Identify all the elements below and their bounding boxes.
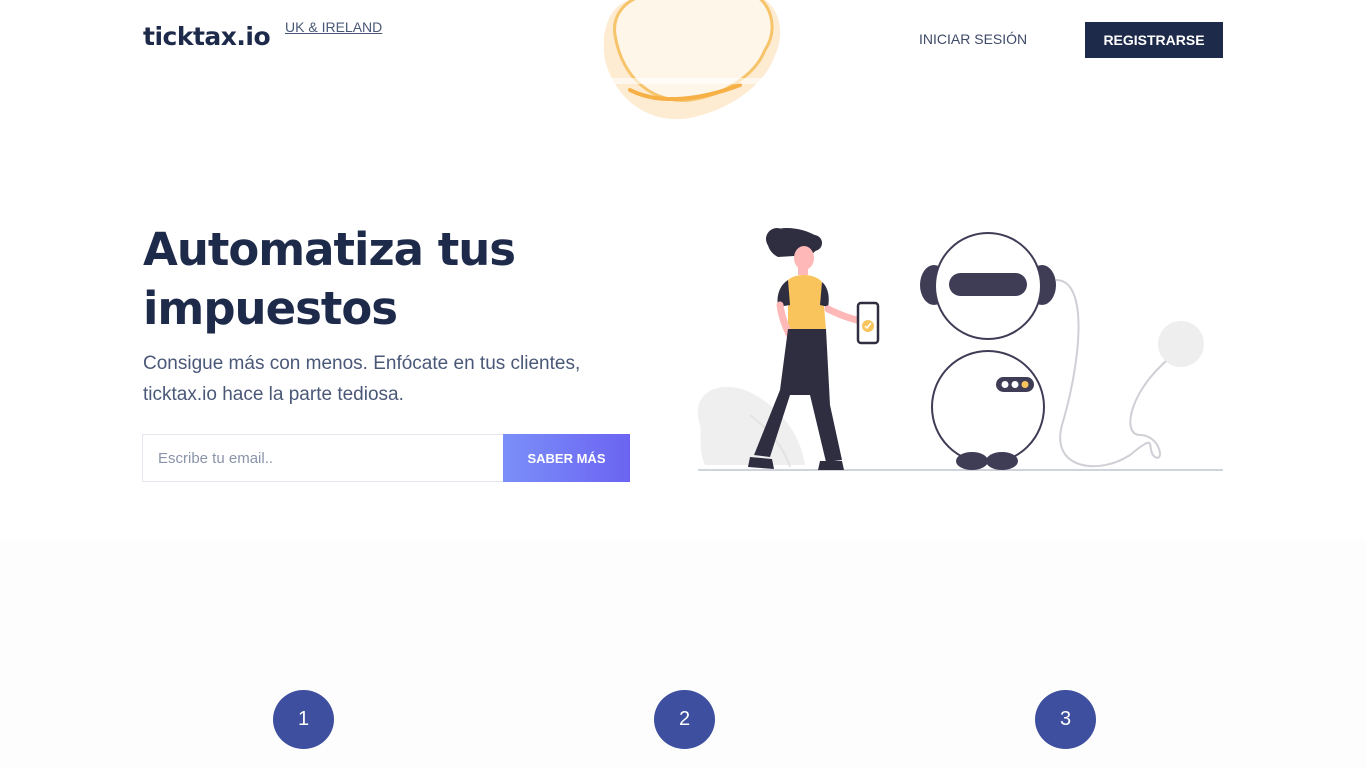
woman-figure-icon [748, 228, 880, 470]
hero-title: Automatiza tus impuestos [143, 223, 516, 335]
woman-robot-illustration [697, 228, 1223, 471]
decorative-blob-illustration [590, 0, 790, 120]
step-number-badge: 3 [1035, 690, 1096, 749]
plant-icon [697, 386, 805, 468]
region-link[interactable]: UK & IRELAND [285, 19, 382, 35]
robot-icon [920, 232, 1204, 470]
email-signup-form: SABER MÁS [142, 434, 630, 482]
saber-mas-button[interactable]: SABER MÁS [503, 434, 630, 482]
login-link[interactable]: INICIAR SESIÓN [919, 31, 1027, 47]
logo[interactable]: ticktax.io [143, 22, 271, 51]
step-number-badge: 1 [273, 690, 334, 749]
register-button[interactable]: REGISTRARSE [1085, 22, 1223, 58]
email-input[interactable] [142, 434, 503, 482]
hero-subtitle: Consigue más con menos. Enfócate en tus … [143, 353, 581, 405]
step-number-badge: 2 [654, 690, 715, 749]
